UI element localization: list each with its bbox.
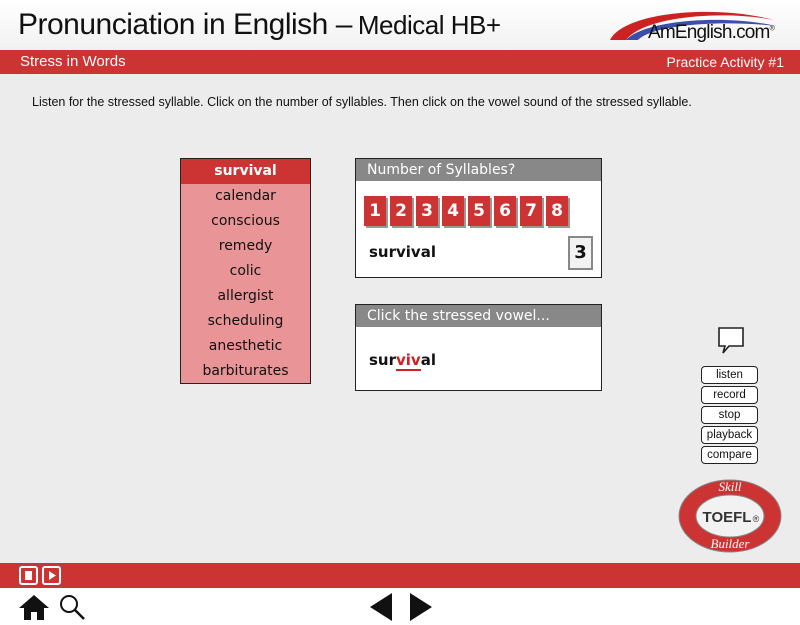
syllable-number-button[interactable]: 7 — [520, 196, 542, 226]
word-list-item[interactable]: allergist — [181, 284, 310, 309]
word-list-item[interactable]: scheduling — [181, 309, 310, 334]
syllable-number-button[interactable]: 8 — [546, 196, 568, 226]
stressed-syllable[interactable]: viv — [396, 351, 421, 371]
activity-title: Practice Activity #1 — [666, 54, 785, 70]
logo-text: AmEnglish.com® — [648, 22, 775, 43]
syllable-number-row: 12345678 — [364, 196, 572, 226]
word-list-item[interactable]: calendar — [181, 184, 310, 209]
vowel-word-part[interactable]: al — [421, 351, 436, 369]
word-list-item[interactable]: conscious — [181, 209, 310, 234]
vowel-word-part[interactable]: sur — [369, 351, 396, 369]
app-title-main: Pronunciation in English – — [18, 8, 352, 41]
word-list-item[interactable]: remedy — [181, 234, 310, 259]
previous-icon[interactable] — [368, 591, 394, 623]
record-button[interactable]: record — [701, 386, 758, 404]
section-bar: Stress in Words Practice Activity #1 — [0, 50, 800, 74]
word-list-item[interactable]: anesthetic — [181, 334, 310, 359]
speech-bubble-icon[interactable] — [717, 326, 745, 358]
app-title: Pronunciation in English – Medical HB+ — [18, 8, 501, 42]
footer-nav — [0, 588, 800, 625]
syllable-number-button[interactable]: 1 — [364, 196, 386, 226]
syllable-number-button[interactable]: 3 — [416, 196, 438, 226]
listen-button[interactable]: listen — [701, 366, 758, 384]
amenglish-logo: AmEnglish.com® — [604, 6, 794, 48]
badge-center-text: TOEFL — [703, 509, 752, 526]
word-list-item[interactable]: colic — [181, 259, 310, 284]
word-list-item[interactable]: barbiturates — [181, 359, 310, 384]
syllable-number-button[interactable]: 4 — [442, 196, 464, 226]
toefl-skill-builder-badge[interactable]: Skill TOEFL ® Builder — [677, 478, 783, 558]
syllables-panel: Number of Syllables? 12345678 survival 3 — [355, 158, 602, 278]
search-icon[interactable] — [58, 593, 86, 621]
badge-top-text: Skill — [718, 479, 741, 494]
syllable-number-button[interactable]: 2 — [390, 196, 412, 226]
compare-button[interactable]: compare — [701, 446, 758, 464]
syllables-panel-heading: Number of Syllables? — [356, 159, 601, 181]
playback-button[interactable]: playback — [701, 426, 758, 444]
instruction-text: Listen for the stressed syllable. Click … — [32, 95, 692, 109]
section-title: Stress in Words — [20, 53, 126, 70]
stop-button[interactable]: stop — [701, 406, 758, 424]
home-icon[interactable] — [18, 593, 50, 621]
current-word: survival — [369, 243, 436, 261]
syllable-answer-box: 3 — [568, 236, 593, 270]
stressed-vowel-panel-heading: Click the stressed vowel... — [356, 305, 601, 327]
media-bar — [0, 563, 800, 588]
badge-bottom-text: Builder — [711, 536, 751, 551]
vowel-word: survival — [369, 351, 436, 371]
word-list: survival calendar conscious remedy colic… — [180, 158, 311, 384]
word-list-item[interactable]: survival — [181, 159, 310, 184]
app-title-sub: Medical HB+ — [357, 10, 501, 40]
syllable-number-button[interactable]: 6 — [494, 196, 516, 226]
badge-mark: ® — [753, 514, 760, 524]
syllable-number-button[interactable]: 5 — [468, 196, 490, 226]
stressed-vowel-panel: Click the stressed vowel... survival — [355, 304, 602, 391]
stop-icon[interactable] — [19, 566, 38, 585]
app-header: Pronunciation in English – Medical HB+ Am… — [0, 0, 800, 50]
play-icon[interactable] — [42, 566, 61, 585]
next-icon[interactable] — [408, 591, 434, 623]
